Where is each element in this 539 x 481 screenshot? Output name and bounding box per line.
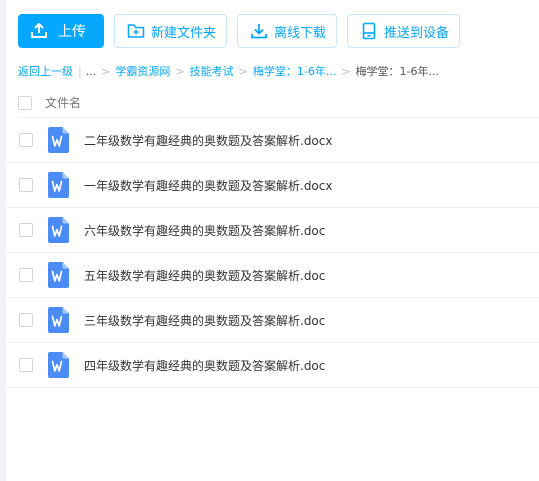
- new-folder-label: 新建文件夹: [151, 25, 217, 41]
- file-row[interactable]: 六年级数学有趣经典的奥数题及答案解析.doc: [6, 208, 539, 253]
- file-name[interactable]: 三年级数学有趣经典的奥数题及答案解析.doc: [84, 312, 325, 329]
- push-to-device-button[interactable]: 推送到设备: [347, 14, 461, 48]
- upload-icon: [30, 22, 48, 40]
- breadcrumb-item[interactable]: 学霸资源网: [115, 63, 170, 79]
- offline-download-label: 离线下载: [274, 25, 327, 41]
- file-row[interactable]: 一年级数学有趣经典的奥数题及答案解析.docx: [6, 163, 539, 208]
- file-row[interactable]: 二年级数学有趣经典的奥数题及答案解析.docx: [6, 118, 539, 163]
- breadcrumb-divider: |: [78, 64, 82, 78]
- file-checkbox[interactable]: [19, 358, 33, 372]
- new-folder-button[interactable]: 新建文件夹: [114, 14, 228, 48]
- word-doc-icon: [48, 352, 69, 378]
- breadcrumb: 返回上一级 | ... > 学霸资源网 > 技能考试 > 梅学堂：1-6年...…: [18, 63, 439, 79]
- breadcrumb-ellipsis[interactable]: ...: [86, 65, 97, 78]
- upload-button-label: 上传: [58, 24, 86, 40]
- new-folder-icon: [127, 22, 145, 40]
- file-checkbox[interactable]: [19, 223, 33, 237]
- file-row[interactable]: 五年级数学有趣经典的奥数题及答案解析.doc: [6, 253, 539, 298]
- breadcrumb-item[interactable]: 技能考试: [190, 63, 234, 79]
- push-to-device-label: 推送到设备: [384, 25, 450, 41]
- file-list-header: 文件名: [18, 88, 539, 118]
- file-name[interactable]: 四年级数学有趣经典的奥数题及答案解析.doc: [84, 357, 325, 374]
- download-icon: [250, 22, 268, 40]
- word-doc-icon: [48, 307, 69, 333]
- word-doc-icon: [48, 262, 69, 288]
- file-list: 二年级数学有趣经典的奥数题及答案解析.docx 一年级数学有趣经典的奥数题及答案解…: [6, 118, 539, 388]
- column-header-filename[interactable]: 文件名: [45, 94, 81, 111]
- file-checkbox[interactable]: [19, 178, 33, 192]
- file-name[interactable]: 一年级数学有趣经典的奥数题及答案解析.docx: [84, 177, 332, 194]
- file-checkbox[interactable]: [19, 313, 33, 327]
- device-icon: [360, 22, 378, 40]
- select-all-checkbox[interactable]: [18, 95, 32, 110]
- breadcrumb-separator-icon: >: [238, 64, 248, 78]
- back-link[interactable]: 返回上一级: [18, 63, 73, 79]
- file-row[interactable]: 四年级数学有趣经典的奥数题及答案解析.doc: [6, 343, 539, 388]
- breadcrumb-separator-icon: >: [175, 64, 185, 78]
- word-doc-icon: [48, 127, 69, 153]
- upload-button[interactable]: 上传: [18, 14, 104, 48]
- word-doc-icon: [48, 217, 69, 243]
- file-checkbox[interactable]: [19, 133, 33, 147]
- breadcrumb-current: 梅学堂：1-6年...: [355, 65, 440, 78]
- file-name[interactable]: 六年级数学有趣经典的奥数题及答案解析.doc: [84, 222, 325, 239]
- file-checkbox[interactable]: [19, 268, 33, 282]
- word-doc-icon: [48, 172, 69, 198]
- toolbar: 上传 新建文件夹 离线下载 推送到设备: [18, 14, 461, 48]
- breadcrumb-separator-icon: >: [341, 64, 351, 78]
- file-row[interactable]: 三年级数学有趣经典的奥数题及答案解析.doc: [6, 298, 539, 343]
- file-name[interactable]: 五年级数学有趣经典的奥数题及答案解析.doc: [84, 267, 325, 284]
- breadcrumb-item[interactable]: 梅学堂：1-6年...: [253, 63, 336, 79]
- offline-download-button[interactable]: 离线下载: [237, 14, 338, 48]
- file-name[interactable]: 二年级数学有趣经典的奥数题及答案解析.docx: [84, 132, 332, 149]
- breadcrumb-separator-icon: >: [101, 64, 111, 78]
